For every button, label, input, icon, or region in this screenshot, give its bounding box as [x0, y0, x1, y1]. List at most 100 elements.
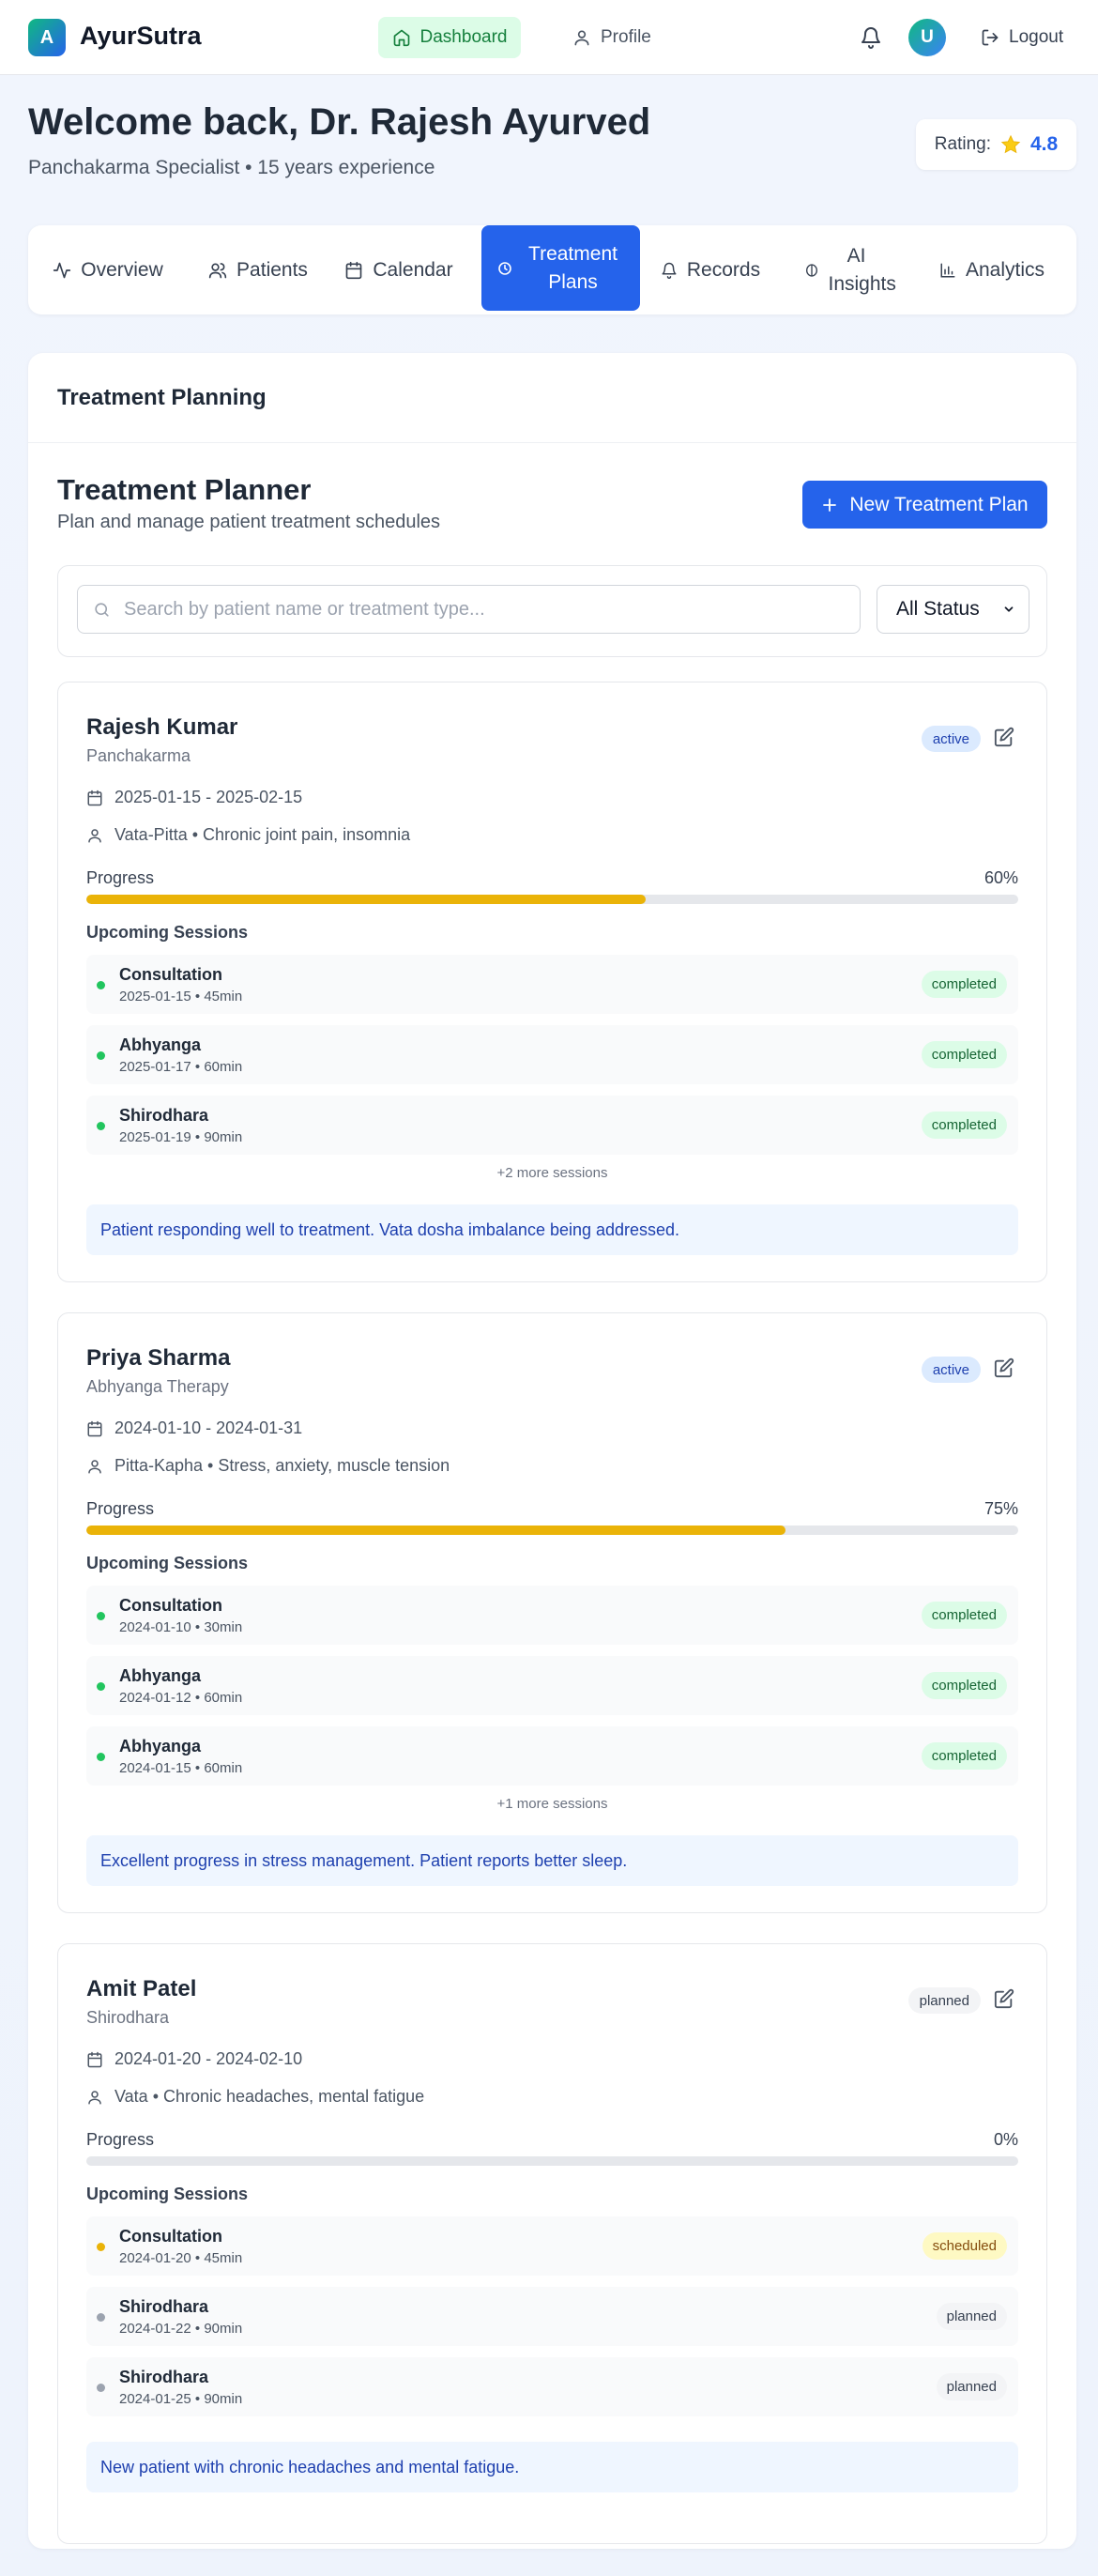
top-navigation-bar: A AyurSutra Dashboard Profile U Logout [0, 0, 1098, 75]
tab-ai-insights-label: AI Insights [828, 245, 896, 295]
session-status-dot [97, 1682, 105, 1691]
progress-value: 0% [993, 2130, 1018, 2149]
tab-patients-label: Patients [236, 258, 308, 281]
search-field[interactable] [77, 585, 861, 634]
session-status-dot [97, 2384, 105, 2392]
tab-overview[interactable]: Overview [28, 225, 188, 314]
tab-calendar[interactable]: Calendar [328, 225, 469, 314]
treatment-plan-card[interactable]: Priya Sharma Abhyanga Therapy active 202… [57, 1312, 1047, 1913]
plan-dates: 2025-01-15 - 2025-02-15 [86, 788, 302, 807]
tab-overview-label: Overview [81, 258, 163, 281]
more-sessions-link[interactable]: +2 more sessions [58, 1165, 1046, 1181]
session-name: Consultation [119, 1596, 222, 1615]
session-meta: 2024-01-12 • 60min [119, 1690, 243, 1706]
session-name: Shirodhara [119, 1106, 209, 1125]
more-sessions-link[interactable]: +1 more sessions [58, 1796, 1046, 1812]
session-item[interactable]: Consultation 2024-01-20 • 45min schedule… [86, 2216, 1018, 2276]
panel-header: Treatment Planning [28, 353, 1076, 443]
plan-status-badge: active [921, 726, 981, 752]
session-status-dot [97, 2313, 105, 2322]
new-treatment-plan-button[interactable]: New Treatment Plan [802, 481, 1047, 529]
session-item[interactable]: Consultation 2025-01-15 • 45min complete… [86, 955, 1018, 1014]
dosha-condition: Vata • Chronic headaches, mental fatigue [86, 2087, 424, 2107]
session-item[interactable]: Consultation 2024-01-10 • 30min complete… [86, 1586, 1018, 1645]
session-status-badge: completed [921, 1041, 1007, 1068]
progress-value: 60% [984, 868, 1018, 887]
session-meta: 2025-01-15 • 45min [119, 989, 243, 1004]
progress-fill [86, 1526, 785, 1535]
session-name: Consultation [119, 965, 222, 984]
edit-plan-button[interactable] [994, 1357, 1018, 1382]
activity-icon [53, 261, 71, 280]
session-meta: 2024-01-25 • 90min [119, 2391, 243, 2407]
panel-title: Treatment Planning [57, 385, 267, 410]
treatment-plan-card[interactable]: Rajesh Kumar Panchakarma active 2025-01-… [57, 682, 1047, 1282]
brand-name[interactable]: AyurSutra [80, 22, 202, 51]
edit-plan-button[interactable] [994, 1988, 1018, 2013]
logout-icon [981, 28, 999, 47]
session-item[interactable]: Shirodhara 2024-01-25 • 90min planned [86, 2357, 1018, 2416]
session-status-dot [97, 981, 105, 989]
session-meta: 2025-01-19 • 90min [119, 1129, 243, 1145]
tab-patients[interactable]: Patients [188, 225, 328, 314]
progress-label: Progress [86, 2130, 155, 2149]
calendar-icon [86, 2051, 103, 2068]
tab-analytics[interactable]: Analytics [907, 225, 1076, 314]
upcoming-sessions-heading: Upcoming Sessions [86, 923, 249, 942]
session-status-badge: completed [921, 1112, 1007, 1139]
session-name: Abhyanga [119, 1666, 202, 1685]
brain-icon [804, 263, 819, 278]
plan-note: New patient with chronic headaches and m… [86, 2442, 1018, 2492]
bell-icon [860, 26, 882, 49]
star-icon [1000, 134, 1021, 155]
planner-subtitle: Plan and manage patient treatment schedu… [57, 512, 441, 532]
tab-records[interactable]: Records [640, 225, 781, 314]
nav-profile-label: Profile [601, 27, 651, 47]
user-icon [86, 827, 103, 844]
session-status-badge: completed [921, 1742, 1007, 1770]
app-logo[interactable]: A [28, 19, 66, 56]
plan-dates: 2024-01-20 - 2024-02-10 [86, 2049, 302, 2069]
session-name: Shirodhara [119, 2297, 209, 2316]
tab-ai-insights[interactable]: AI Insights [781, 225, 907, 314]
progress-bar [86, 2156, 1018, 2166]
tab-records-label: Records [686, 258, 761, 281]
nav-profile-link[interactable]: Profile [563, 17, 666, 58]
session-item[interactable]: Abhyanga 2025-01-17 • 60min completed [86, 1025, 1018, 1084]
patient-name: Priya Sharma [86, 1345, 231, 1371]
patient-name: Rajesh Kumar [86, 714, 238, 740]
logout-button[interactable]: Logout [976, 17, 1075, 58]
session-status-badge: completed [921, 1672, 1007, 1699]
bar-chart-icon [939, 262, 956, 279]
avatar-letter: U [921, 27, 934, 47]
home-icon [392, 28, 411, 47]
status-filter-select[interactable]: All Status [877, 585, 1029, 634]
rating-card: Rating: 4.8 [916, 119, 1076, 170]
session-item[interactable]: Shirodhara 2024-01-22 • 90min planned [86, 2287, 1018, 2346]
treatment-type: Panchakarma [86, 746, 191, 765]
session-name: Consultation [119, 2227, 222, 2246]
search-input[interactable] [124, 598, 837, 621]
patient-name: Amit Patel [86, 1976, 197, 2001]
edit-icon [994, 1988, 1018, 2009]
session-item[interactable]: Shirodhara 2025-01-19 • 90min completed [86, 1096, 1018, 1155]
rating-value: 4.8 [1030, 133, 1059, 155]
progress-fill [86, 895, 646, 904]
upcoming-sessions-heading: Upcoming Sessions [86, 1554, 249, 1572]
planner-title: Treatment Planner [57, 473, 312, 506]
edit-plan-button[interactable] [994, 727, 1018, 751]
nav-dashboard-link[interactable]: Dashboard [378, 17, 521, 58]
session-item[interactable]: Abhyanga 2024-01-15 • 60min completed [86, 1726, 1018, 1786]
notifications-button[interactable] [857, 23, 885, 52]
treatment-plan-card[interactable]: Amit Patel Shirodhara planned 2024-01-20… [57, 1943, 1047, 2544]
session-meta: 2024-01-20 • 45min [119, 2250, 243, 2266]
calendar-icon [86, 1420, 103, 1437]
tab-treatment-plans[interactable]: Treatment Plans [481, 225, 640, 311]
session-status-dot [97, 1122, 105, 1130]
session-status-dot [97, 2243, 105, 2251]
session-item[interactable]: Abhyanga 2024-01-12 • 60min completed [86, 1656, 1018, 1715]
session-status-badge: completed [921, 971, 1007, 998]
chevron-down-icon [1002, 603, 1015, 616]
session-status-dot [97, 1612, 105, 1620]
user-avatar[interactable]: U [908, 19, 946, 56]
